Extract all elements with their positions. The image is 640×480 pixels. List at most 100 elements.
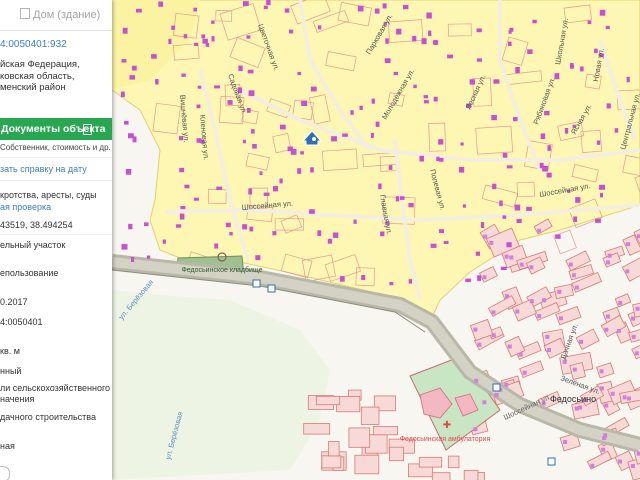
building [627, 396, 631, 401]
building [144, 222, 149, 227]
check-link[interactable]: ая проверка [0, 202, 51, 212]
building [532, 19, 537, 24]
building [626, 76, 630, 83]
building [522, 370, 527, 375]
building [125, 169, 132, 175]
field-area-unit: кв. м [0, 346, 20, 356]
building [385, 38, 389, 44]
field-purpose-cont: начения [0, 394, 35, 404]
building [514, 204, 521, 211]
certificate-link[interactable]: зать справку на дату [0, 164, 87, 174]
building [634, 351, 639, 356]
building [284, 8, 290, 13]
building [491, 115, 497, 121]
building [558, 316, 563, 321]
building [202, 38, 208, 44]
building [516, 218, 522, 223]
village-label: Федосьино [550, 394, 596, 404]
building [380, 231, 385, 237]
building [564, 128, 569, 134]
info-panel: Дом (здание) 4:0050401:932 йская Федерац… [0, 0, 112, 480]
building [146, 255, 151, 259]
building [515, 67, 520, 73]
building [473, 427, 478, 432]
building [614, 128, 619, 133]
field-purpose: ли сельскохозяйственного [0, 383, 111, 393]
village-parcel [463, 469, 479, 480]
building [540, 133, 546, 140]
building [183, 34, 188, 39]
building [179, 213, 185, 220]
building [477, 342, 482, 347]
building [607, 253, 612, 258]
building [475, 251, 480, 256]
building [462, 204, 466, 208]
village-parcel [431, 472, 451, 480]
building [604, 327, 609, 332]
building [121, 244, 128, 250]
building [151, 54, 157, 59]
village-parcel [328, 440, 340, 457]
building [605, 314, 610, 319]
building [180, 206, 186, 210]
building [529, 265, 534, 270]
building [476, 58, 483, 62]
building [350, 110, 354, 115]
building [412, 35, 417, 42]
building [545, 334, 550, 339]
building [610, 391, 615, 396]
building [546, 172, 552, 178]
building [193, 7, 197, 12]
building [242, 139, 246, 144]
panel-header: Дом (здание) [0, 0, 112, 31]
building [557, 289, 562, 294]
building [214, 243, 219, 249]
building [361, 275, 366, 281]
village-parcel [354, 454, 380, 475]
building [211, 36, 215, 42]
building [375, 121, 380, 127]
building [136, 8, 142, 13]
building [279, 178, 283, 184]
building [542, 298, 546, 303]
building [505, 294, 509, 299]
building [507, 344, 512, 349]
documents-button[interactable]: Документы объекта [0, 118, 112, 140]
building [631, 316, 635, 321]
building [246, 35, 251, 39]
panel-scroll-handle[interactable] [0, 466, 10, 480]
building [158, 1, 163, 7]
field-quarter: 4:0050401 [0, 317, 43, 327]
building [477, 275, 481, 281]
building [370, 133, 374, 138]
field-status: нный [0, 366, 22, 376]
building [273, 186, 279, 192]
building [248, 188, 252, 195]
address-line: ковская область, [0, 70, 75, 82]
building [572, 367, 577, 372]
building [155, 79, 159, 85]
building [251, 129, 255, 134]
building [515, 309, 520, 314]
building [421, 38, 427, 45]
building [255, 255, 261, 261]
building [128, 133, 134, 139]
building [124, 120, 129, 125]
address: йская Федерация, ковская область, менски… [0, 59, 80, 94]
building [393, 71, 398, 76]
tab-building[interactable]: Дом (здание) [20, 8, 100, 21]
building [506, 242, 512, 248]
building [631, 334, 636, 339]
building [587, 20, 592, 25]
cadastral-number[interactable]: 4:0050401:932 [0, 39, 67, 50]
building [439, 157, 444, 162]
building [317, 25, 322, 30]
building [426, 12, 432, 19]
field-permitted-use: дачного строительства [0, 412, 96, 422]
building [266, 0, 271, 6]
building [181, 73, 186, 77]
building [563, 440, 568, 444]
building [131, 257, 135, 262]
building [384, 58, 391, 64]
building [618, 459, 623, 464]
